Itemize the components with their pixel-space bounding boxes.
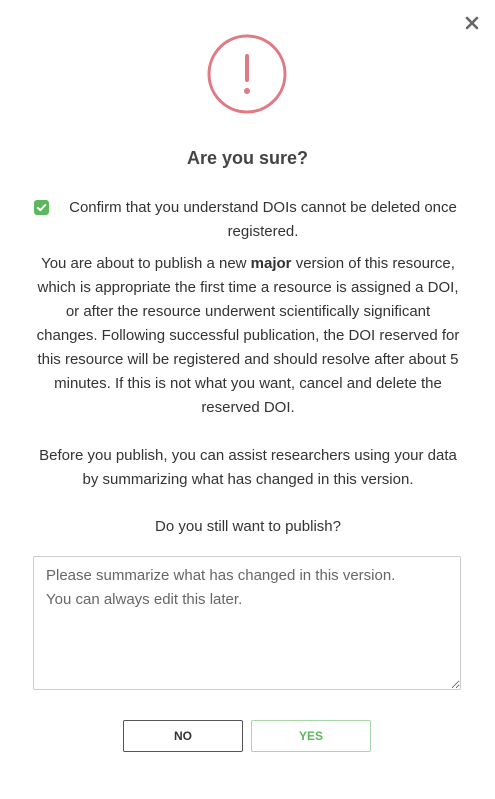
change-summary-textarea[interactable] bbox=[33, 556, 461, 690]
confirm-doi-label[interactable]: Confirm that you understand DOIs cannot … bbox=[62, 196, 464, 244]
summary-hint-text: Before you publish, you can assist resea… bbox=[39, 447, 457, 488]
yes-button[interactable]: YES bbox=[251, 720, 371, 752]
no-button[interactable]: NO bbox=[123, 720, 243, 752]
publish-description: You are about to publish a new major ver… bbox=[34, 252, 462, 420]
description-text-start: You are about to publish a new bbox=[41, 255, 251, 272]
exclamation-circle-icon bbox=[207, 34, 287, 114]
publish-confirmation-dialog: Are you sure? Confirm that you understan… bbox=[0, 0, 495, 799]
confirm-doi-checkbox[interactable] bbox=[34, 200, 49, 215]
dialog-title: Are you sure? bbox=[186, 148, 309, 168]
checkmark-icon bbox=[36, 204, 47, 212]
publish-question: Do you still want to publish? bbox=[155, 518, 341, 535]
confirm-doi-row: Confirm that you understand DOIs cannot … bbox=[34, 196, 464, 244]
close-icon[interactable] bbox=[463, 14, 481, 32]
description-text-end: version of this resource, which is appro… bbox=[36, 255, 460, 416]
description-major-emphasis: major bbox=[250, 255, 292, 272]
